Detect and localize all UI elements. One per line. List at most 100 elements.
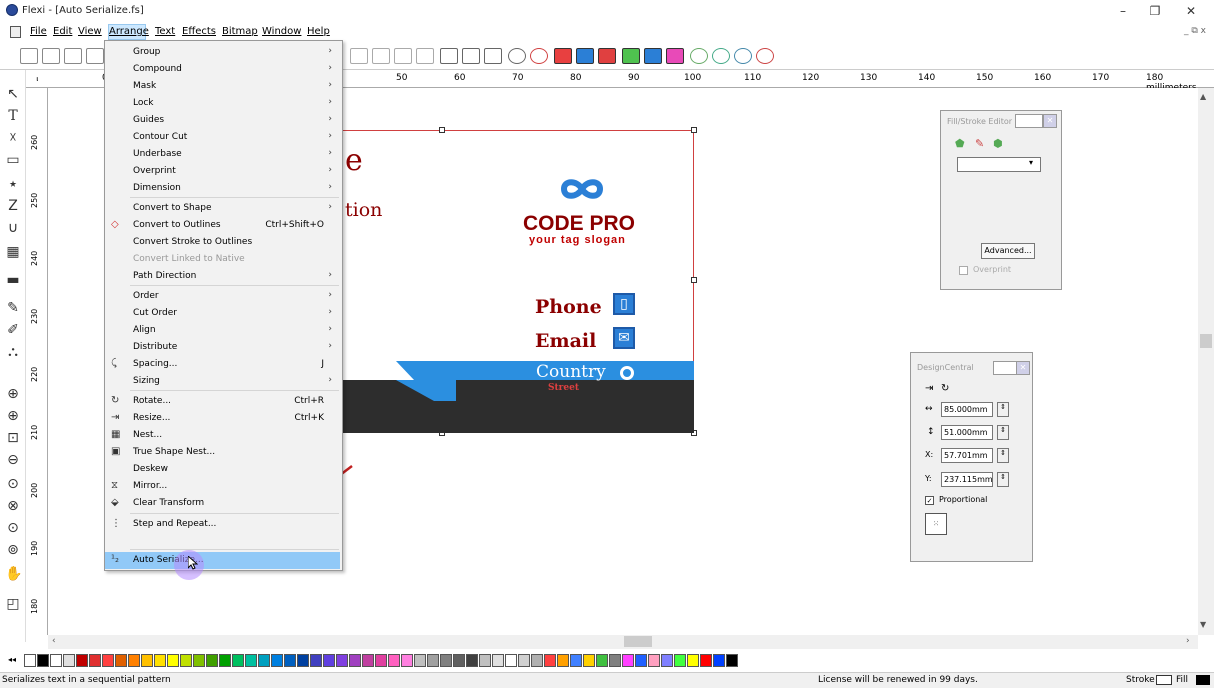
eye-icon[interactable]	[712, 48, 730, 64]
color-swatch[interactable]	[362, 654, 374, 667]
align-icon[interactable]	[440, 48, 458, 64]
close-button[interactable]: ✕	[1178, 2, 1204, 20]
rotate-mode-icon[interactable]: ↻	[941, 383, 949, 394]
resize-mode-icon[interactable]: ⇥	[925, 383, 933, 394]
color-swatch[interactable]	[583, 654, 595, 667]
scroll-left-icon[interactable]: ‹	[52, 636, 56, 646]
menu-text[interactable]: Text	[155, 26, 175, 37]
zoom-tool-icon[interactable]: ⊕	[5, 408, 21, 424]
zoom-fit-icon[interactable]: ⊡	[5, 430, 21, 446]
menu-item-dimension[interactable]: Dimension ›	[105, 180, 340, 197]
menu-item-spacing[interactable]: ⤹ Spacing... J	[105, 356, 340, 373]
menu-item-contour-cut[interactable]: Contour Cut ›	[105, 129, 340, 146]
menu-item-guides[interactable]: Guides ›	[105, 112, 340, 129]
color-icon[interactable]	[554, 48, 572, 64]
text-tool-icon[interactable]: T	[5, 108, 21, 124]
color-swatch[interactable]	[492, 654, 504, 667]
pan-tool-icon[interactable]: ✋	[5, 566, 22, 582]
diamond-icon[interactable]	[690, 48, 708, 64]
color-swatch[interactable]	[167, 654, 179, 667]
new-file-icon[interactable]	[20, 48, 38, 64]
color-swatch[interactable]	[128, 654, 140, 667]
panel-close-icon[interactable]: ✕	[1016, 361, 1030, 375]
vertical-scrollbar[interactable]	[1198, 88, 1214, 635]
menu-item-sizing[interactable]: Sizing ›	[105, 373, 340, 390]
zoom-selection-icon[interactable]: ⊙	[5, 476, 21, 492]
palette-nav-icon[interactable]: ◂◂	[8, 655, 16, 664]
selection-handle[interactable]	[691, 127, 697, 133]
scroll-right-icon[interactable]: ›	[1186, 636, 1190, 646]
menu-item-nest[interactable]: ▦ Nest...	[105, 427, 340, 444]
menu-item-distribute[interactable]: Distribute ›	[105, 339, 340, 356]
x-stepper[interactable]: ⇕	[997, 448, 1009, 463]
menu-item-mirror[interactable]: ⧖ Mirror...	[105, 478, 340, 495]
color-swatch[interactable]	[193, 654, 205, 667]
color-swatch[interactable]	[479, 654, 491, 667]
menu-item-convert-linked-to-native[interactable]: Convert Linked to Native	[105, 251, 340, 268]
color-swatch[interactable]	[24, 654, 36, 667]
proportional-checkbox[interactable]: ✓	[925, 496, 934, 505]
color-swatch[interactable]	[505, 654, 517, 667]
menu-window[interactable]: Window	[262, 26, 301, 37]
color-swatch[interactable]	[453, 654, 465, 667]
color-swatch[interactable]	[63, 654, 75, 667]
color-swatch[interactable]	[570, 654, 582, 667]
minimize-button[interactable]: –	[1110, 2, 1136, 20]
palette-icon[interactable]	[576, 48, 594, 64]
y-input[interactable]: 237.115mm	[941, 472, 993, 487]
redo-list-icon[interactable]	[416, 48, 434, 64]
color-swatch[interactable]	[180, 654, 192, 667]
magnify-icon[interactable]	[530, 48, 548, 64]
color-swatch[interactable]	[258, 654, 270, 667]
selection-handle[interactable]	[439, 127, 445, 133]
menu-item-underbase[interactable]: Underbase ›	[105, 146, 340, 163]
color-swatch[interactable]	[102, 654, 114, 667]
mdi-controls[interactable]: _ ⧉ x	[1184, 26, 1206, 36]
menu-help[interactable]: Help	[307, 26, 330, 37]
document-icon[interactable]	[10, 26, 21, 38]
menu-item-path-direction[interactable]: Path Direction ›	[105, 268, 340, 285]
menu-item-auto-serialize[interactable]: ¹₂ Auto Serialize...	[105, 552, 340, 569]
vertical-scroll-thumb[interactable]	[1200, 334, 1212, 348]
menu-item-group[interactable]: Group ›	[105, 44, 340, 61]
color-swatch[interactable]	[661, 654, 673, 667]
color-swatch[interactable]	[518, 654, 530, 667]
share-icon[interactable]	[756, 48, 774, 64]
panel-close-icon[interactable]: ✕	[1043, 114, 1057, 128]
color-swatch[interactable]	[609, 654, 621, 667]
menu-file[interactable]: File	[30, 26, 47, 37]
anchor-grid-icon[interactable]: ⁙	[925, 513, 947, 535]
pen-tool-icon[interactable]: ✎	[5, 300, 21, 316]
color-swatch[interactable]	[375, 654, 387, 667]
color-swatch[interactable]	[401, 654, 413, 667]
color-swatch[interactable]	[284, 654, 296, 667]
open-file-icon[interactable]	[42, 48, 60, 64]
color-swatch[interactable]	[232, 654, 244, 667]
color-swatch[interactable]	[310, 654, 322, 667]
fill-swatch[interactable]	[1196, 675, 1210, 685]
color-swatch[interactable]	[349, 654, 361, 667]
zoom-actual-icon[interactable]: ⊚	[5, 542, 21, 558]
menu-item-resize[interactable]: ⇥ Resize... Ctrl+K	[105, 410, 340, 427]
menu-item-step-and-repeat[interactable]: ⋮ Step and Repeat...	[105, 516, 340, 533]
panel-dock-button[interactable]	[1015, 114, 1043, 128]
menu-item-clear-transform[interactable]: ⬙ Clear Transform	[105, 495, 340, 512]
color-swatch[interactable]	[687, 654, 699, 667]
color-swatch[interactable]	[635, 654, 647, 667]
height-stepper[interactable]: ⇕	[997, 425, 1009, 440]
redo-icon[interactable]	[372, 48, 390, 64]
color-swatch[interactable]	[89, 654, 101, 667]
cut-icon[interactable]	[644, 48, 662, 64]
scroll-up-icon[interactable]: ▲	[1200, 92, 1206, 101]
color-swatch[interactable]	[713, 654, 725, 667]
menu-item-convert-stroke-to-outlines[interactable]: Convert Stroke to Outlines	[105, 234, 340, 251]
color-swatch[interactable]	[596, 654, 608, 667]
fill-tool-icon[interactable]: ⛬	[5, 344, 21, 360]
stroke-icon[interactable]: ✎	[975, 137, 984, 150]
maximize-button[interactable]: ❐	[1142, 2, 1168, 20]
horizontal-scrollbar[interactable]	[48, 635, 1198, 649]
color-swatch[interactable]	[466, 654, 478, 667]
selection-handle[interactable]	[691, 277, 697, 283]
color-swatch[interactable]	[245, 654, 257, 667]
undo-list-icon[interactable]	[394, 48, 412, 64]
